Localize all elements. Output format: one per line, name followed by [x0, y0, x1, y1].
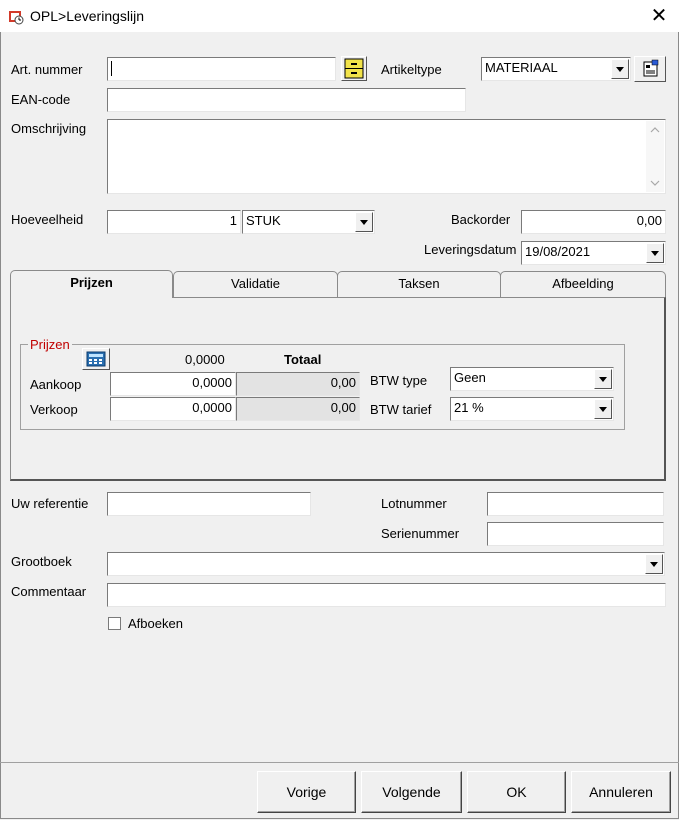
hoeveelheid-label: Hoeveelheid [11, 212, 84, 227]
btw-tarief-label: BTW tarief [370, 402, 432, 417]
art-nummer-input[interactable] [107, 57, 336, 81]
close-icon[interactable]: ✕ [645, 4, 673, 28]
uw-referentie-input[interactable] [107, 492, 311, 516]
verkoop-label: Verkoop [30, 402, 78, 417]
leveringsdatum-picker[interactable]: 19/08/2021 [521, 241, 666, 265]
chevron-down-icon[interactable] [594, 399, 612, 419]
backorder-input[interactable]: 0,00 [521, 210, 666, 234]
hoeveelheid-input[interactable]: 1 [107, 210, 241, 234]
chevron-down-icon[interactable] [355, 212, 373, 232]
aankoop-input[interactable]: 0,0000 [110, 372, 236, 396]
cabinet-icon [344, 58, 364, 79]
chevron-down-icon[interactable] [645, 554, 663, 574]
chevron-down-icon[interactable] [646, 243, 664, 263]
serienummer-input[interactable] [487, 522, 664, 546]
annuleren-button[interactable]: Annuleren [571, 771, 671, 813]
omschrijving-scrollbar[interactable] [646, 121, 664, 192]
grootboek-select[interactable] [107, 552, 665, 576]
artikeltype-select[interactable]: MATERIAAL [481, 57, 631, 81]
dialog-window: OPL>Leveringslijn ✕ Art. nummer Artikelt… [0, 0, 679, 820]
art-nummer-label: Art. nummer [11, 62, 83, 77]
commentaar-input[interactable] [107, 583, 666, 607]
window-title: OPL>Leveringslijn [30, 8, 145, 24]
backorder-label: Backorder [451, 212, 511, 227]
ean-code-label: EAN-code [11, 92, 71, 107]
btw-type-label: BTW type [370, 373, 428, 388]
tab-validatie[interactable]: Validatie [173, 271, 338, 297]
text-cursor [111, 61, 112, 77]
ean-code-input[interactable] [107, 88, 466, 112]
aankoop-label: Aankoop [30, 377, 82, 392]
calculator-button[interactable] [82, 348, 110, 370]
verkoop-input[interactable]: 0,0000 [110, 397, 236, 421]
omschrijving-label: Omschrijving [11, 121, 87, 136]
vorige-button[interactable]: Vorige [257, 771, 356, 813]
prijzen-header-totaal: Totaal [284, 352, 322, 367]
scroll-up-icon[interactable] [646, 123, 664, 137]
unit-select[interactable]: STUK [242, 210, 375, 234]
grootboek-label: Grootboek [11, 554, 72, 569]
prijzen-header-value: 0,0000 [185, 352, 225, 367]
chevron-down-icon[interactable] [594, 369, 612, 389]
verkoop-totaal: 0,00 [236, 397, 360, 421]
leveringsdatum-label: Leveringsdatum [424, 242, 517, 257]
title-bar: OPL>Leveringslijn ✕ [0, 0, 679, 32]
aankoop-totaal: 0,00 [236, 372, 360, 396]
article-properties-button[interactable] [634, 56, 666, 82]
ok-button[interactable]: OK [467, 771, 566, 813]
volgende-button[interactable]: Volgende [361, 771, 462, 813]
calculator-icon [86, 351, 106, 367]
prijzen-group-title: Prijzen [28, 337, 72, 352]
tab-afbeelding[interactable]: Afbeelding [500, 271, 666, 297]
artikeltype-label: Artikeltype [381, 62, 442, 77]
browse-article-button[interactable] [341, 56, 367, 81]
chevron-down-icon[interactable] [611, 59, 629, 79]
afboeken-label: Afboeken [128, 616, 183, 631]
properties-icon [643, 59, 659, 77]
app-icon [9, 11, 24, 25]
tab-taksen[interactable]: Taksen [337, 271, 501, 297]
footer-divider [0, 762, 679, 763]
lotnummer-input[interactable] [487, 492, 664, 516]
afboeken-checkbox[interactable] [108, 617, 121, 630]
btw-type-select[interactable]: Geen [450, 367, 614, 391]
commentaar-label: Commentaar [11, 584, 87, 599]
serienummer-label: Serienummer [381, 526, 460, 541]
omschrijving-textarea[interactable] [107, 119, 666, 194]
uw-referentie-label: Uw referentie [11, 496, 89, 511]
scroll-down-icon[interactable] [646, 176, 664, 190]
btw-tarief-select[interactable]: 21 % [450, 397, 614, 421]
tab-prijzen[interactable]: Prijzen [10, 270, 173, 298]
lotnummer-label: Lotnummer [381, 496, 447, 511]
